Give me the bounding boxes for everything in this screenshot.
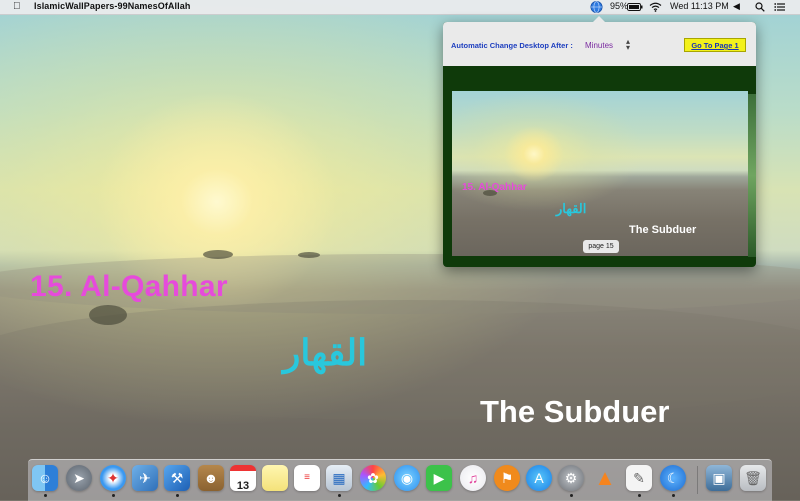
apple-menu-icon[interactable]:  bbox=[13, 1, 21, 12]
clock[interactable]: Wed 11:13 PM bbox=[670, 1, 729, 11]
ibooks-icon[interactable]: ⚑ bbox=[494, 465, 520, 491]
vlc-icon[interactable]: ▲ bbox=[592, 465, 618, 491]
preview-app-icon[interactable]: ✈ bbox=[132, 465, 158, 491]
messages-icon[interactable]: ◉ bbox=[394, 465, 420, 491]
wallpaper-preview[interactable]: 15. Al-Qahhar القهار The Subduer page 15 bbox=[452, 91, 748, 256]
textedit-icon[interactable]: ✎ bbox=[626, 465, 652, 491]
interval-select[interactable]: Minutes bbox=[585, 41, 613, 50]
desert-shrub bbox=[203, 250, 233, 259]
menu-bar:  IslamicWallPapers-99NamesOfAllah 95% W… bbox=[0, 0, 800, 15]
running-indicator bbox=[672, 494, 675, 497]
page-indicator: page 15 bbox=[583, 240, 619, 253]
itunes-icon[interactable]: ♫ bbox=[460, 465, 486, 491]
launchpad-icon[interactable]: ➤ bbox=[66, 465, 92, 491]
preview-arabic-name: القهار bbox=[556, 201, 587, 216]
wallpaper-english-meaning: The Subduer bbox=[480, 394, 670, 429]
desert-shrub bbox=[298, 252, 320, 258]
finder-icon[interactable]: ☺ bbox=[32, 465, 58, 491]
running-indicator bbox=[638, 494, 641, 497]
trash-icon[interactable]: 🗑 bbox=[740, 465, 766, 491]
running-indicator bbox=[112, 494, 115, 497]
reminders-icon[interactable]: ≡ bbox=[294, 465, 320, 491]
running-indicator bbox=[44, 494, 47, 497]
battery-icon[interactable] bbox=[627, 3, 643, 13]
preview-name-number: 15. Al-Qahhar bbox=[462, 182, 527, 193]
globe-status-icon[interactable] bbox=[590, 1, 603, 15]
system-preferences-icon[interactable]: ⚙ bbox=[558, 465, 584, 491]
dock: ☺ ➤ ✦ ✈ ⚒ ☻ 13 ≡ ▦ ✿ ◉ ▶ ♫ ⚑ A ⚙ ▲ ✎ ☾ ▣… bbox=[28, 459, 772, 501]
settings-popover: Automatic Change Desktop After : Minutes… bbox=[443, 16, 756, 267]
notes-icon[interactable] bbox=[262, 465, 288, 491]
app-name-menu[interactable]: IslamicWallPapers-99NamesOfAllah bbox=[34, 1, 190, 11]
safari-icon[interactable]: ✦ bbox=[100, 465, 126, 491]
wifi-icon[interactable] bbox=[649, 2, 662, 14]
app-store-icon[interactable]: A bbox=[526, 465, 552, 491]
wallpaper-arabic-name: القهار bbox=[283, 332, 368, 373]
running-indicator bbox=[570, 494, 573, 497]
calendar-icon[interactable]: 13 bbox=[230, 465, 256, 492]
preview-english-meaning: The Subduer bbox=[629, 224, 697, 236]
facetime-icon[interactable]: ▶ bbox=[426, 465, 452, 491]
popover-header: Automatic Change Desktop After : Minutes… bbox=[443, 22, 756, 66]
go-to-page-1-button[interactable]: Go To Page 1 bbox=[684, 38, 746, 52]
next-image-peek bbox=[748, 94, 756, 257]
notification-center-icon[interactable] bbox=[774, 2, 785, 14]
contacts-icon[interactable]: ☻ bbox=[198, 465, 224, 491]
running-indicator bbox=[176, 494, 179, 497]
spotlight-search-icon[interactable] bbox=[755, 2, 765, 14]
running-indicator bbox=[338, 494, 341, 497]
volume-icon[interactable]: ◀ bbox=[733, 1, 740, 12]
islamic-wallpapers-app-icon[interactable]: ☾ bbox=[660, 465, 686, 491]
downloads-stack-icon[interactable]: ▣ bbox=[706, 465, 732, 491]
xcode-icon[interactable]: ⚒ bbox=[164, 465, 190, 491]
auto-change-label: Automatic Change Desktop After : bbox=[451, 41, 573, 50]
photos-icon[interactable]: ✿ bbox=[360, 465, 386, 491]
wallpaper-name-number: 15. Al-Qahhar bbox=[30, 270, 228, 303]
chevron-updown-icon[interactable]: ▴ ▾ bbox=[626, 38, 630, 52]
battery-percent: 95% bbox=[610, 1, 629, 11]
dock-separator bbox=[697, 466, 698, 494]
desert-shrub bbox=[89, 305, 127, 325]
keynote-icon[interactable]: ▦ bbox=[326, 465, 352, 491]
